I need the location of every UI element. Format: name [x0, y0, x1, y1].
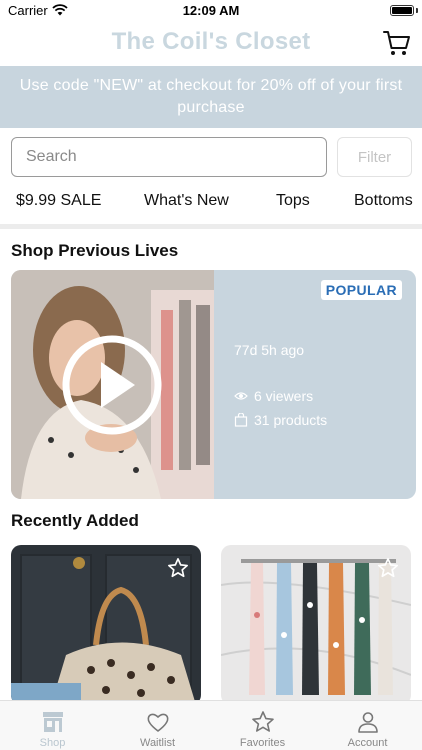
divider: [0, 224, 422, 229]
category-tops[interactable]: Tops: [276, 192, 310, 210]
live-info-panel: POPULAR 77d 5h ago 6 viewers 31 products: [214, 270, 416, 499]
person-icon: [358, 712, 378, 733]
star-icon[interactable]: [167, 557, 189, 579]
live-time-ago: 77d 5h ago: [234, 342, 305, 358]
product-card[interactable]: [11, 545, 201, 705]
category-bottoms[interactable]: Bottoms: [354, 192, 413, 210]
viewers-count: 6 viewers: [254, 388, 314, 404]
section-title-previous-lives: Shop Previous Lives: [11, 241, 179, 260]
clock: 12:09 AM: [182, 3, 240, 18]
category-bar: $9.99 SALE What's New Tops Bottoms: [0, 188, 422, 216]
live-replay-card[interactable]: POPULAR 77d 5h ago 6 viewers 31 products: [11, 270, 416, 499]
tab-shop[interactable]: Shop: [0, 701, 105, 750]
category-sale[interactable]: $9.99 SALE: [16, 192, 101, 210]
search-input[interactable]: [11, 137, 327, 177]
heart-icon: [147, 713, 169, 732]
tab-bar: Shop Waitlist Favorites Account: [0, 700, 422, 750]
tab-account[interactable]: Account: [315, 701, 420, 750]
filter-button[interactable]: Filter: [337, 137, 412, 177]
bag-icon: [234, 413, 248, 427]
star-icon: [252, 711, 274, 732]
promo-banner: Use code "NEW" at checkout for 20% off o…: [0, 66, 422, 128]
tab-label: Favorites: [239, 737, 286, 749]
live-thumbnail[interactable]: [11, 270, 214, 499]
section-title-recently-added: Recently Added: [11, 511, 139, 530]
play-icon[interactable]: [61, 334, 163, 436]
tab-label: Shop: [39, 737, 66, 749]
popular-badge: POPULAR: [320, 280, 402, 300]
product-card[interactable]: [221, 545, 411, 705]
tab-favorites[interactable]: Favorites: [210, 701, 315, 750]
battery-icon: [390, 5, 414, 16]
viewers-row: 6 viewers: [234, 388, 313, 404]
tab-waitlist[interactable]: Waitlist: [105, 701, 210, 750]
app-header: The Coil's Closet: [0, 22, 422, 64]
star-icon[interactable]: [377, 557, 399, 579]
status-bar: Carrier 12:09 AM: [0, 0, 422, 22]
eye-icon: [234, 392, 248, 400]
app-title: The Coil's Closet: [111, 28, 311, 55]
tab-label: Waitlist: [139, 737, 176, 749]
shop-icon: [43, 712, 63, 732]
products-row: 31 products: [234, 412, 327, 428]
tab-label: Account: [347, 737, 388, 749]
products-count: 31 products: [254, 412, 328, 428]
category-whats-new[interactable]: What's New: [144, 192, 229, 210]
cart-icon[interactable]: [382, 28, 412, 58]
